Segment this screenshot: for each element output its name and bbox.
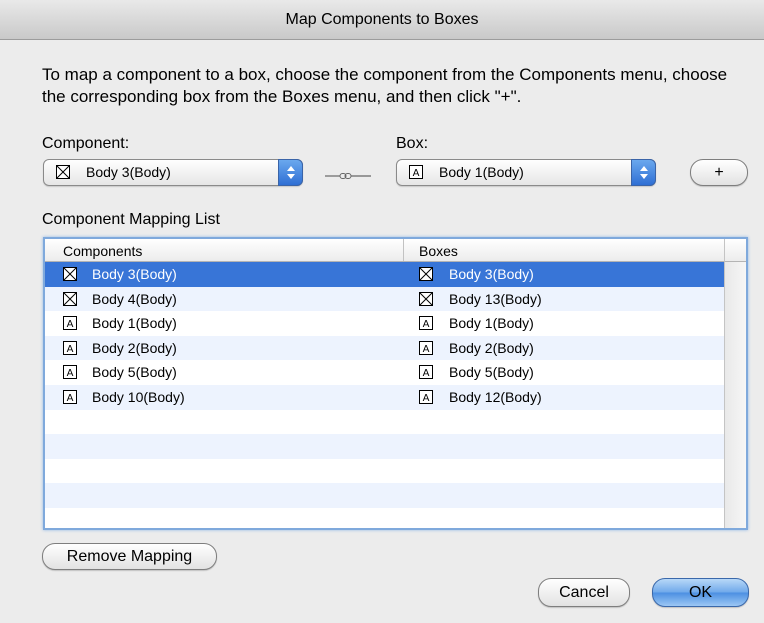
component-popup-arrows-icon xyxy=(278,159,303,186)
table-row[interactable]: A Body 2(Body) A Body 2(Body) xyxy=(45,335,724,361)
svg-text:A: A xyxy=(67,344,74,355)
text-box-icon: A xyxy=(419,365,433,380)
box-popup-arrows-icon xyxy=(631,159,656,186)
crossed-box-icon xyxy=(419,291,433,306)
empty-row xyxy=(45,434,724,459)
instructions-text: To map a component to a box, choose the … xyxy=(42,65,728,106)
link-icon xyxy=(325,173,371,179)
ok-button[interactable]: OK xyxy=(652,578,749,607)
box-cell: Body 1(Body) xyxy=(449,315,534,332)
crossed-box-icon xyxy=(56,165,70,179)
table-row[interactable]: A Body 10(Body) A Body 12(Body) xyxy=(45,384,724,410)
text-box-icon: A xyxy=(63,389,77,404)
component-cell: Body 4(Body) xyxy=(92,290,177,307)
empty-row xyxy=(45,410,724,435)
box-label: Box: xyxy=(396,135,429,152)
component-label: Component: xyxy=(42,135,130,152)
table-row[interactable]: Body 3(Body) Body 3(Body) xyxy=(45,262,724,287)
empty-row xyxy=(45,508,724,528)
component-cell: Body 2(Body) xyxy=(92,339,177,356)
box-cell: Body 2(Body) xyxy=(449,339,534,356)
mapping-list-header: Components Boxes xyxy=(45,239,724,262)
box-selected-value: Body 1(Body) xyxy=(439,164,524,180)
svg-text:A: A xyxy=(413,168,420,179)
box-cell: Body 3(Body) xyxy=(449,266,534,282)
box-cell: Body 5(Body) xyxy=(449,364,534,381)
svg-text:A: A xyxy=(423,368,430,379)
column-separator xyxy=(403,239,404,261)
text-box-icon: A xyxy=(419,389,433,404)
component-cell: Body 1(Body) xyxy=(92,315,177,332)
text-box-icon: A xyxy=(419,316,433,331)
table-row[interactable]: Body 4(Body) Body 13(Body) xyxy=(45,286,724,312)
svg-text:A: A xyxy=(67,368,74,379)
box-cell: Body 12(Body) xyxy=(449,388,542,405)
box-popup[interactable]: A Body 1(Body) xyxy=(396,159,656,186)
text-box-icon: A xyxy=(409,165,423,179)
component-cell: Body 10(Body) xyxy=(92,388,185,405)
crossed-box-icon xyxy=(63,267,77,281)
component-popup[interactable]: Body 3(Body) xyxy=(43,159,303,186)
add-mapping-button[interactable]: + xyxy=(690,159,748,186)
empty-row xyxy=(45,483,724,508)
svg-text:A: A xyxy=(423,319,430,330)
mapping-list[interactable]: Components Boxes Body 3(Body) Body 3(Body… xyxy=(43,237,748,530)
svg-text:A: A xyxy=(423,344,430,355)
header-corner xyxy=(724,239,746,262)
text-box-icon: A xyxy=(63,340,77,355)
component-cell: Body 3(Body) xyxy=(92,266,177,282)
crossed-box-icon xyxy=(419,267,433,281)
vertical-scrollbar[interactable] xyxy=(724,239,746,528)
crossed-box-icon xyxy=(63,291,77,306)
table-row[interactable]: A Body 5(Body) A Body 5(Body) xyxy=(45,360,724,385)
svg-text:A: A xyxy=(67,319,74,330)
empty-row xyxy=(45,459,724,484)
component-selected-value: Body 3(Body) xyxy=(86,164,171,180)
window-title: Map Components to Boxes xyxy=(0,0,764,40)
text-box-icon: A xyxy=(63,365,77,380)
mapping-rows: Body 3(Body) Body 3(Body) Body 4(Body) Body… xyxy=(45,262,724,528)
svg-text:A: A xyxy=(423,393,430,404)
svg-text:A: A xyxy=(67,393,74,404)
box-cell: Body 13(Body) xyxy=(449,290,542,307)
text-box-icon: A xyxy=(419,340,433,355)
component-cell: Body 5(Body) xyxy=(92,364,177,381)
cancel-button[interactable]: Cancel xyxy=(538,578,630,607)
table-row[interactable]: A Body 1(Body) A Body 1(Body) xyxy=(45,311,724,336)
column-header-components[interactable]: Components xyxy=(63,243,142,259)
text-box-icon: A xyxy=(63,316,77,331)
mapping-list-label: Component Mapping List xyxy=(42,211,220,228)
remove-mapping-button[interactable]: Remove Mapping xyxy=(42,543,217,570)
column-header-boxes[interactable]: Boxes xyxy=(419,243,458,259)
